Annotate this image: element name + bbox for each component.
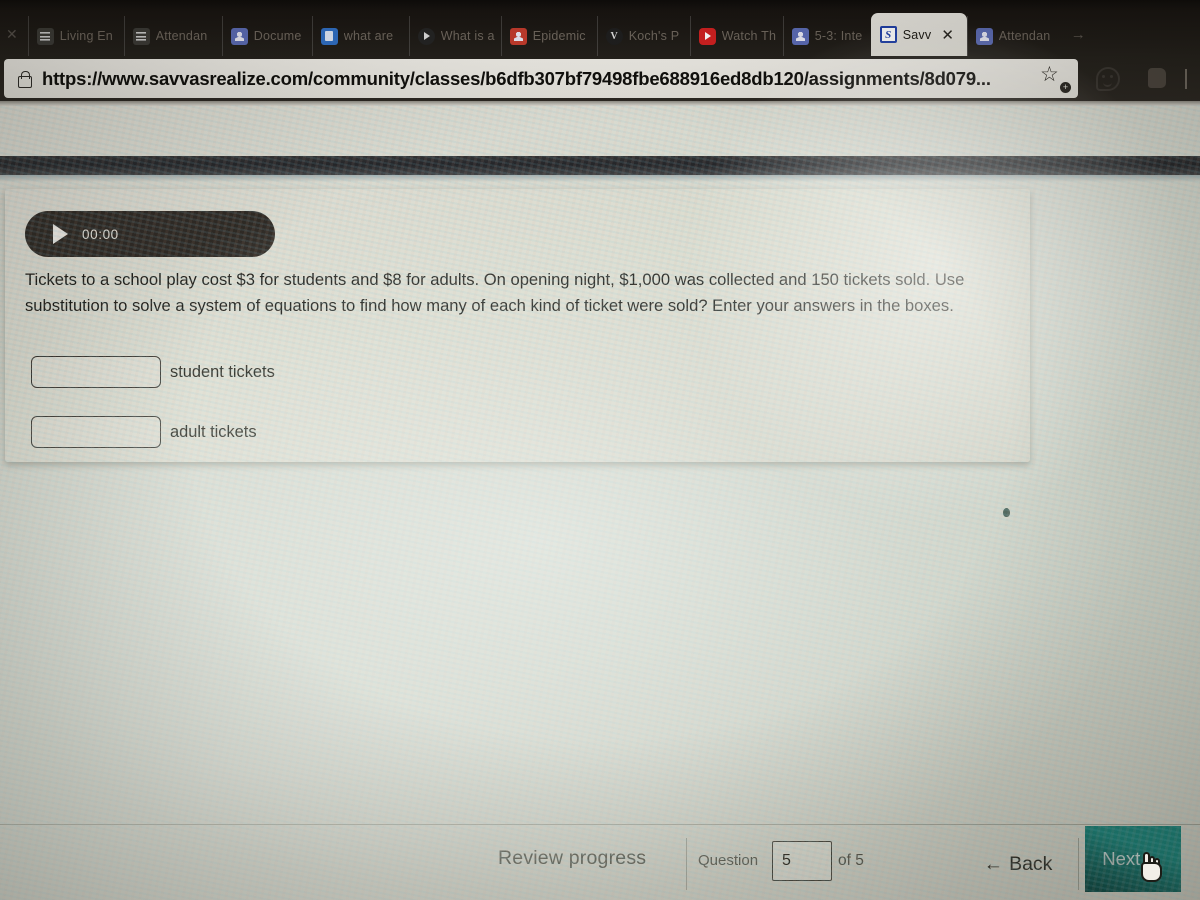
person-icon xyxy=(975,27,993,45)
question-number-input[interactable] xyxy=(772,841,832,881)
list-icon xyxy=(132,27,150,45)
tab-label: Attendan xyxy=(155,29,208,43)
person-icon xyxy=(230,27,248,45)
toolbar-divider xyxy=(1185,69,1187,89)
tab-label: What is a xyxy=(440,29,495,43)
browser-tab-attendance-2[interactable]: Attendan xyxy=(966,16,1063,56)
lock-icon xyxy=(16,70,32,88)
screen-speck-artifact xyxy=(1003,508,1010,517)
chrome-bottom-edge xyxy=(0,101,1200,106)
play-icon[interactable] xyxy=(53,224,68,244)
next-button[interactable]: Next → xyxy=(1085,826,1181,892)
collections-icon[interactable] xyxy=(1148,68,1166,88)
browser-tab-strip: ✕ Living En Attendan Docume what are Wha… xyxy=(0,12,1200,56)
review-progress-button[interactable]: Review progress xyxy=(498,847,646,870)
tab-label: Watch Th xyxy=(721,29,777,43)
question-label: Question xyxy=(698,852,759,869)
adult-tickets-input[interactable] xyxy=(31,416,161,448)
adult-tickets-label: adult tickets xyxy=(170,422,257,441)
browser-chrome: ✕ Living En Attendan Docume what are Wha… xyxy=(0,0,1200,106)
browser-tab-what-are[interactable]: what are xyxy=(311,16,409,56)
answer-row-adult: adult tickets xyxy=(31,416,257,448)
audio-player[interactable]: 00:00 xyxy=(25,211,275,257)
nav-divider-1 xyxy=(686,838,687,890)
question-card: 00:00 Tickets to a school play cost $3 f… xyxy=(5,189,1030,462)
question-text: Tickets to a school play cost $3 for stu… xyxy=(25,270,965,315)
browser-tab-what-is-a[interactable]: What is a xyxy=(408,16,501,56)
browser-tab-document[interactable]: Docume xyxy=(221,16,312,56)
youtube-icon xyxy=(698,27,716,45)
tab-label: Savv xyxy=(902,27,932,42)
star-glyph: ☆ xyxy=(1040,63,1059,86)
screen-glare-band-soft xyxy=(0,175,1200,182)
tab-label: Epidemic xyxy=(532,29,586,43)
plus-glyph: + xyxy=(1060,82,1071,93)
nav-divider-2 xyxy=(1078,838,1079,890)
browser-address-row: https://www.savvasrealize.com/community/… xyxy=(0,57,1200,101)
feedback-smiley-icon[interactable] xyxy=(1096,67,1120,91)
browser-tab-epidemic[interactable]: Epidemic xyxy=(500,16,597,56)
favorite-star-icon[interactable]: ☆ + xyxy=(1040,64,1074,94)
vhs-icon: V xyxy=(605,27,623,45)
video-icon xyxy=(417,27,435,45)
student-tickets-label: student tickets xyxy=(170,362,275,381)
answer-row-student: student tickets xyxy=(31,356,275,388)
back-button[interactable]: ← Back xyxy=(962,838,1074,890)
browser-tab-savvas-active[interactable]: S Savv ✕ xyxy=(870,13,967,56)
tab-label: Living En xyxy=(59,29,113,43)
savvas-icon: S xyxy=(879,26,897,43)
browser-tab-attendance-1[interactable]: Attendan xyxy=(123,16,222,56)
document-icon xyxy=(320,27,338,45)
leading-close-icon[interactable]: ✕ xyxy=(0,26,28,43)
question-total-label: of 5 xyxy=(838,852,864,869)
audio-time-label: 00:00 xyxy=(82,226,119,242)
next-button-label: Next xyxy=(1102,848,1141,869)
arrow-left-icon: ← xyxy=(983,852,1004,875)
tab-label: Koch's P xyxy=(628,29,680,43)
tab-label: Attendan xyxy=(998,29,1051,43)
tab-label: what are xyxy=(343,29,394,43)
tab-overflow-icon[interactable]: → xyxy=(1063,26,1094,43)
person-icon xyxy=(509,27,527,45)
person-icon xyxy=(791,27,809,45)
back-button-label: Back xyxy=(1009,852,1053,875)
screen-glare-band xyxy=(0,156,1200,175)
close-icon[interactable]: ✕ xyxy=(941,26,954,44)
url-text[interactable]: https://www.savvasrealize.com/community/… xyxy=(42,68,991,90)
browser-tab-5-3-inte[interactable]: 5-3: Inte xyxy=(782,16,871,56)
list-icon xyxy=(36,27,54,45)
browser-tab-kochs-postulates[interactable]: V Koch's P xyxy=(596,16,690,56)
assignment-bottom-nav: Review progress Question of 5 ← Back Nex… xyxy=(0,824,1200,900)
screenshot-root: ✕ Living En Attendan Docume what are Wha… xyxy=(0,0,1200,900)
arrow-right-icon: → xyxy=(1145,848,1164,869)
page-content: 00:00 Tickets to a school play cost $3 f… xyxy=(0,106,1200,900)
browser-tab-living-en[interactable]: Living En xyxy=(27,16,124,56)
tab-label: Docume xyxy=(253,29,302,43)
address-bar[interactable]: https://www.savvasrealize.com/community/… xyxy=(4,59,1078,98)
browser-tab-watch-the[interactable]: Watch Th xyxy=(689,16,783,56)
student-tickets-input[interactable] xyxy=(31,356,161,388)
tab-label: 5-3: Inte xyxy=(814,29,863,43)
